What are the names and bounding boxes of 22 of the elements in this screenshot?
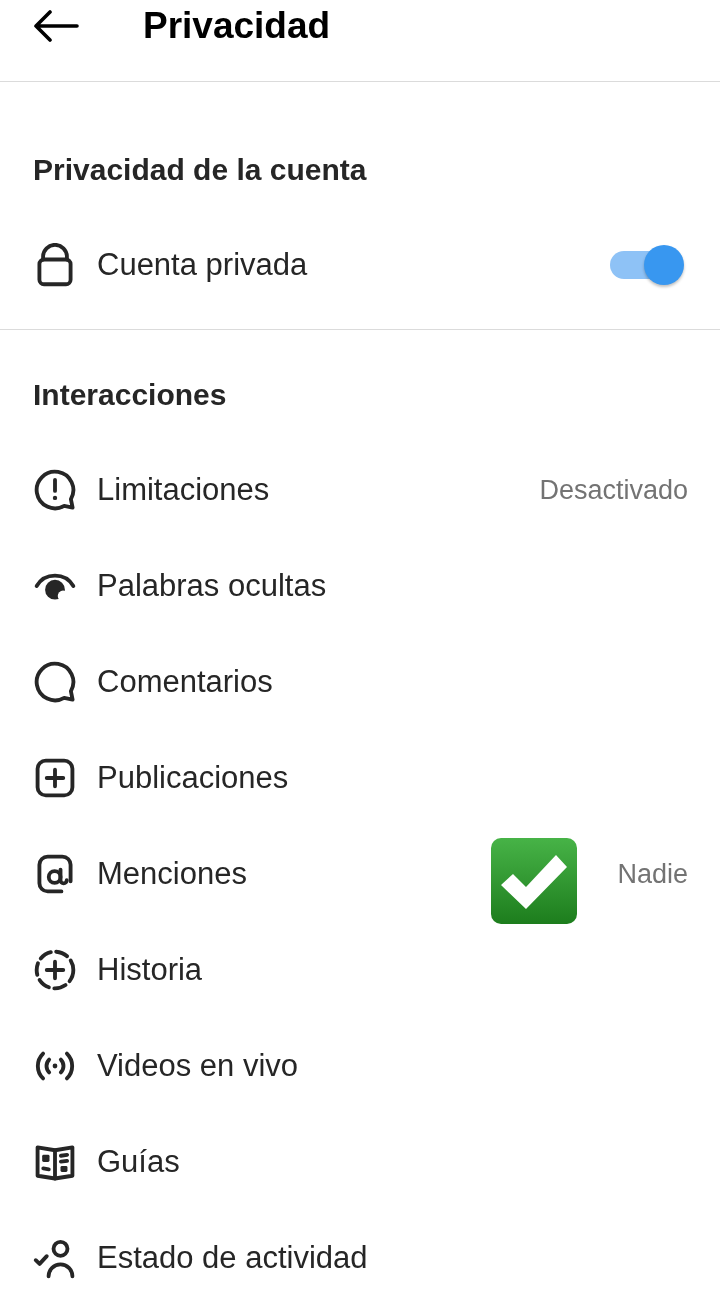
settings-item[interactable]: Estado de actividad: [97, 1234, 368, 1282]
settings-item[interactable]: Limitaciones: [97, 466, 270, 514]
alert-bubble-icon: [33, 468, 77, 512]
section-heading: Privacidad de la cuenta: [33, 151, 367, 188]
settings-item[interactable]: Publicaciones: [97, 754, 289, 802]
section-heading: Interacciones: [33, 376, 227, 413]
settings-item[interactable]: Historia: [97, 946, 203, 994]
settings-item[interactable]: Palabras ocultas: [97, 562, 327, 610]
back-arrow-icon: [33, 9, 79, 42]
toggle-label[interactable]: Cuenta privada: [97, 241, 308, 289]
check-mark-icon: [491, 838, 578, 924]
speech-bubble-icon: [33, 660, 77, 704]
settings-item[interactable]: Guías: [97, 1138, 180, 1186]
setting-value: Nadie: [617, 857, 688, 891]
toggle-switch[interactable]: [608, 244, 686, 286]
settings-item[interactable]: Videos en vivo: [97, 1042, 299, 1090]
settings-item[interactable]: Comentarios: [97, 658, 273, 706]
plus-square-icon: [33, 756, 77, 800]
settings-item[interactable]: Menciones: [97, 850, 247, 898]
dashed-circle-plus-icon: [33, 948, 77, 992]
setting-value: Desactivado: [539, 473, 688, 507]
page-title: Privacidad: [143, 3, 331, 48]
